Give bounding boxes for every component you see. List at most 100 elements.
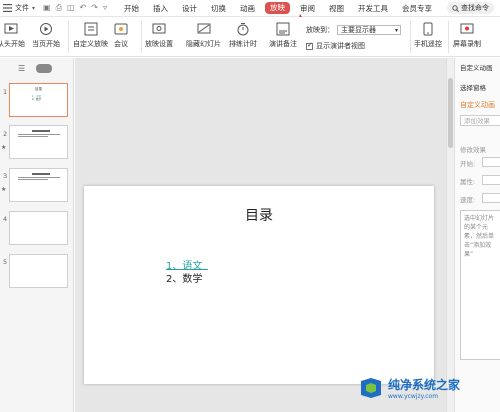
chevron-down-icon: ▾ — [32, 4, 36, 12]
pane-header: 自定义动画 — [460, 64, 493, 72]
thumb-line: 2、数学 — [32, 98, 42, 101]
customize-icon[interactable]: ▿ — [103, 3, 107, 13]
presenter-view-checkbox[interactable]: ✓ — [306, 41, 313, 50]
animation-star-icon: ★ — [1, 186, 7, 193]
effect-list-box[interactable]: 选中幻灯片的某个元素，然后单击“添加效果” — [460, 210, 500, 360]
quick-access-bar: ▣ ⎙ ◫ ↶ ↷ ▿ — [43, 3, 107, 13]
slide-item-math[interactable]: 2、数学 — [166, 270, 202, 285]
current-slide[interactable]: 目录 1、语文 2、数学 — [84, 186, 434, 384]
thumb-title: 目录 — [35, 87, 42, 91]
settings-icon — [152, 23, 166, 34]
notes-icon — [276, 22, 290, 36]
screen-record-label: 屏幕录制 — [453, 40, 481, 48]
custom-show-button[interactable]: 自定义放映 — [73, 22, 108, 49]
phone-remote-label: 手机遥控 — [414, 40, 442, 48]
watermark-text: 纯净系统之家 www.ycwjzy.com — [388, 376, 460, 400]
add-effect-button[interactable]: 添加效果 — [460, 115, 500, 126]
tab-design[interactable]: 设计 — [175, 0, 204, 17]
meeting-icon — [114, 23, 128, 35]
slides-view-icon[interactable] — [36, 64, 52, 73]
redo-icon[interactable]: ↷ — [91, 3, 98, 13]
slide-thumbnail-panel: ☰ 1 目录 1、语文 2、数学 2 ★ 3 ★ 4 5 — [0, 58, 74, 412]
thumb-text-line — [32, 130, 50, 132]
slide-thumbnail[interactable] — [9, 125, 68, 159]
thumb-number: 5 — [3, 258, 8, 266]
meeting-label: 会议 — [114, 40, 128, 48]
vertical-scrollbar[interactable] — [446, 58, 454, 412]
show-on-label: 放映到： — [306, 26, 334, 34]
thumb-number: 3 — [3, 172, 8, 180]
hide-slide-icon — [197, 23, 210, 34]
from-start-button[interactable]: 从头开始 — [0, 22, 25, 49]
watermark-url: www.ycwjzy.com — [388, 393, 439, 400]
record-icon — [460, 23, 474, 34]
speaker-notes-label: 演讲备注 — [269, 40, 297, 48]
slide-canvas: 目录 1、语文 2、数学 — [75, 58, 446, 412]
thumb-number: 4 — [3, 215, 8, 223]
tab-home[interactable]: 开始 — [117, 0, 146, 17]
show-settings-label: 放映设置 — [145, 40, 173, 48]
modify-effect-label: 修改效果 — [460, 146, 486, 154]
animation-star-icon: ★ — [1, 144, 7, 151]
hamburger-icon — [3, 4, 12, 12]
rehearse-label: 排练计时 — [229, 40, 257, 48]
speed-label: 速度: — [460, 196, 476, 204]
rehearse-button[interactable]: 排练计时 — [229, 22, 257, 49]
slide-thumbnail[interactable] — [9, 254, 68, 288]
tab-insert[interactable]: 插入 — [146, 0, 175, 17]
presenter-view-row[interactable]: ✓ 显示演讲者视图 — [306, 41, 365, 51]
from-current-label: 当页开始 — [32, 40, 60, 48]
hide-slide-button[interactable]: 隐藏幻灯片 — [186, 22, 221, 49]
outline-view-icon[interactable]: ☰ — [18, 64, 25, 73]
scrollbar-thumb[interactable] — [448, 78, 453, 148]
slide-thumbnail[interactable] — [9, 168, 68, 202]
divider — [141, 21, 142, 53]
file-label: 文件 — [15, 4, 29, 12]
tab-animation[interactable]: 动画 — [233, 0, 262, 17]
ribbon-tabs: 开始 插入 设计 切换 动画 放映 审阅 视图 开发工具 会员专享 — [117, 0, 439, 17]
tab-view[interactable]: 视图 — [322, 0, 351, 17]
hint-text: 选中幻灯片的某个元素，然后单击“添加效果” — [464, 215, 495, 258]
speed-select[interactable] — [482, 193, 500, 203]
speaker-notes-button[interactable]: 演讲备注 — [269, 22, 297, 49]
add-effect-label: 添加效果 — [464, 117, 490, 125]
property-select[interactable] — [482, 175, 500, 185]
menu-bar: 文件 ▾ ▣ ⎙ ◫ ↶ ↷ ▿ 开始 插入 设计 切换 动画 放映 审阅 视图… — [0, 0, 500, 17]
thumb-number: 1 — [3, 88, 8, 96]
slide-thumbnail[interactable] — [9, 211, 68, 245]
phone-icon — [423, 22, 433, 36]
tab-member[interactable]: 会员专享 — [395, 0, 439, 17]
save-icon[interactable]: ▣ — [43, 3, 51, 13]
slide-thumbnail[interactable]: 目录 1、语文 2、数学 — [9, 83, 68, 117]
search-label: 查找命令 — [461, 4, 489, 12]
property-label: 属性: — [460, 178, 476, 186]
thumb-text-line — [18, 177, 60, 178]
from-current-button[interactable]: 当页开始 — [32, 22, 60, 49]
tab-slideshow[interactable]: 放映 — [264, 2, 290, 14]
show-settings-button[interactable]: 放映设置 — [145, 22, 173, 49]
watermark-logo-icon — [361, 378, 381, 398]
tab-transition[interactable]: 切换 — [204, 0, 233, 17]
from-start-label: 从头开始 — [0, 40, 25, 48]
thumb-text-line — [18, 179, 48, 180]
select-pane-link[interactable]: 选择窗格 — [460, 82, 486, 92]
divider — [68, 21, 69, 53]
timer-icon — [237, 23, 249, 36]
meeting-button[interactable]: 会议 — [114, 22, 128, 49]
print-icon[interactable]: ⎙ — [56, 3, 62, 13]
screen-record-button[interactable]: 屏幕录制 — [453, 22, 481, 49]
tab-developer[interactable]: 开发工具 — [351, 0, 395, 17]
start-select[interactable] — [482, 157, 500, 167]
undo-icon[interactable]: ↶ — [80, 3, 87, 13]
display-select[interactable]: 主要显示器 ▾ — [337, 25, 401, 35]
phone-remote-button[interactable]: 手机遥控 — [414, 22, 442, 49]
divider — [448, 21, 449, 53]
preview-icon[interactable]: ◫ — [67, 3, 75, 13]
thumb-number: 2 — [3, 130, 8, 138]
search-command[interactable]: 查找命令 — [447, 2, 494, 14]
file-menu[interactable]: 文件 ▾ — [0, 0, 35, 17]
slide-title[interactable]: 目录 — [84, 205, 434, 225]
custom-animation-title: 自定义动画 — [460, 101, 495, 109]
thumb-text-line — [18, 134, 60, 135]
hide-slide-label: 隐藏幻灯片 — [186, 40, 221, 48]
